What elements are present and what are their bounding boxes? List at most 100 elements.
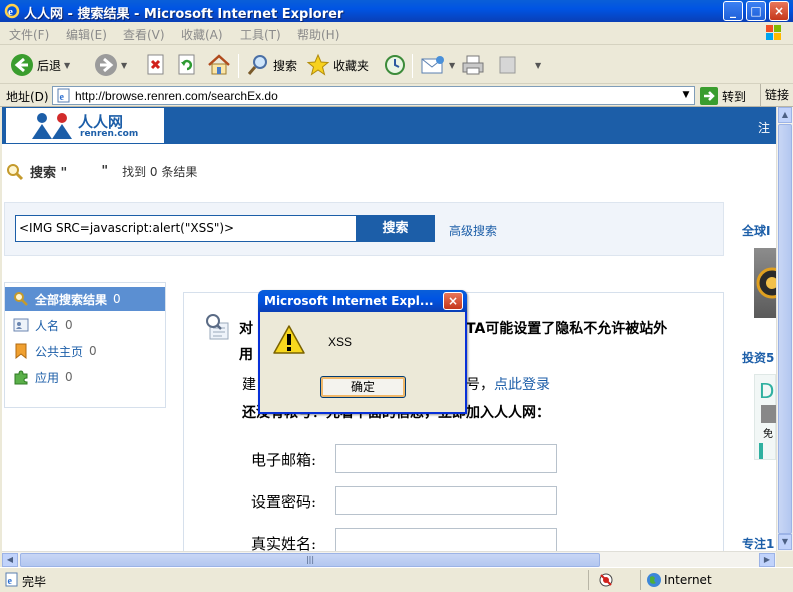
menu-file[interactable]: 文件(F) <box>9 26 49 43</box>
ad-block <box>761 405 776 423</box>
stop-icon <box>147 54 164 75</box>
forward-arrow-icon <box>95 54 117 76</box>
menu-help[interactable]: 帮助(H) <box>297 26 339 43</box>
site-header: 人人网 renren.com 注 <box>2 107 776 144</box>
close-window-button[interactable]: × <box>769 1 789 21</box>
menu-tools[interactable]: 工具(T) <box>240 26 281 43</box>
status-text: 完毕 <box>22 575 47 589</box>
nav-all-results[interactable]: 全部搜索结果 0 <box>5 287 165 311</box>
go-button[interactable]: 转到 <box>700 87 746 105</box>
forward-button[interactable]: ▼ <box>94 52 127 78</box>
printer-icon <box>462 55 484 75</box>
ie-logo-icon: e <box>4 3 20 19</box>
address-label: 地址(D) <box>6 90 49 104</box>
email-label: 电子邮箱: <box>251 451 317 469</box>
menu-favorites[interactable]: 收藏(A) <box>181 26 223 43</box>
links-button[interactable]: 链接 <box>760 84 789 107</box>
logo-subtext: renren.com <box>80 129 139 139</box>
notice-line2: 用 <box>239 347 253 363</box>
nav-all-results-count: 0 <box>113 292 121 306</box>
svg-text:e: e <box>8 576 13 587</box>
address-input[interactable]: e http://browse.renren.com/searchEx.do ▼ <box>52 86 695 105</box>
person-card-icon <box>13 318 29 332</box>
maximize-button[interactable]: □ <box>746 1 766 21</box>
home-button[interactable] <box>207 52 231 78</box>
search-category-nav: 全部搜索结果 0 人名 0 公共主页 0 应用 0 <box>4 282 166 408</box>
forward-dropdown-icon[interactable]: ▼ <box>121 61 127 70</box>
mail-button[interactable]: ▼ <box>420 52 455 78</box>
svg-text:e: e <box>60 92 65 103</box>
nav-people[interactable]: 人名 0 <box>5 313 165 337</box>
horizontal-scroll-thumb[interactable]: ||| <box>20 553 600 567</box>
notice-line1-start: 对 <box>239 321 253 337</box>
realname-field[interactable] <box>335 528 557 551</box>
mail-dropdown-icon[interactable]: ▼ <box>449 61 455 70</box>
nav-apps-count: 0 <box>65 370 73 384</box>
horizontal-scrollbar[interactable]: ◀ ||| ▶ <box>2 551 776 567</box>
print-button[interactable] <box>460 52 486 78</box>
address-dropdown-icon[interactable]: ▼ <box>678 87 694 104</box>
dialog-title-bar[interactable]: Microsoft Internet Expl... × <box>258 290 467 312</box>
ad-bar <box>759 443 763 459</box>
svg-text:e: e <box>8 6 13 18</box>
search-submit-button[interactable]: 搜索 <box>356 215 435 242</box>
search-button[interactable]: 搜索 <box>246 52 297 78</box>
scroll-left-icon[interactable]: ◀ <box>2 553 18 567</box>
search-document-icon <box>206 314 229 340</box>
favorites-label: 收藏夹 <box>333 58 370 73</box>
email-field[interactable] <box>335 444 557 473</box>
password-field[interactable] <box>335 486 557 515</box>
edit-dropdown-icon[interactable]: ▼ <box>535 61 541 70</box>
stop-button[interactable] <box>146 52 166 78</box>
scroll-right-icon[interactable]: ▶ <box>759 553 775 567</box>
scroll-down-icon[interactable]: ▼ <box>778 534 792 550</box>
menu-edit[interactable]: 编辑(E) <box>66 26 107 43</box>
warning-icon <box>273 325 305 354</box>
privacy-blocked-icon[interactable] <box>598 572 614 588</box>
back-button[interactable]: 后退 ▼ <box>10 52 70 78</box>
dialog-ok-button[interactable]: 确定 <box>320 376 406 398</box>
vertical-scroll-thumb[interactable] <box>778 124 792 534</box>
realname-label: 真实姓名: <box>251 535 317 551</box>
home-icon <box>208 54 230 75</box>
page-status-icon: e <box>5 572 18 587</box>
right-title-1[interactable]: 全球I <box>742 222 770 239</box>
advanced-search-link[interactable]: 高级搜索 <box>449 222 497 239</box>
history-button[interactable] <box>383 52 407 78</box>
login-link[interactable]: 点此登录 <box>494 374 550 394</box>
search-heading: 搜索 " " 找到 0 条结果 <box>6 162 197 181</box>
right-title-3[interactable]: 专注1 <box>742 535 774 551</box>
result-count: 找到 0 条结果 <box>122 165 198 179</box>
refresh-button[interactable] <box>177 52 197 78</box>
internet-globe-icon <box>647 573 661 587</box>
watch-ad-image[interactable] <box>754 248 776 318</box>
scrollbar-corner <box>776 551 793 567</box>
notice-line3-mid: 号， <box>466 377 494 393</box>
search-magnifier-icon <box>7 163 24 180</box>
window-title-bar[interactable]: e 人人网 - 搜索结果 - Microsoft Internet Explor… <box>0 0 793 22</box>
search-panel: <IMG SRC=javascript:alert("XSS")> 搜索 高级搜… <box>4 202 724 256</box>
favorites-button[interactable]: 收藏夹 <box>306 52 369 78</box>
nav-public-pages[interactable]: 公共主页 0 <box>5 339 165 363</box>
dialog-close-button[interactable]: × <box>443 292 463 310</box>
refresh-icon <box>178 54 195 75</box>
status-divider <box>588 570 589 590</box>
security-zone: Internet <box>664 573 712 587</box>
minimize-button[interactable]: _ <box>723 1 743 21</box>
vertical-scrollbar[interactable]: ▲ ▼ <box>776 107 793 551</box>
scroll-up-icon[interactable]: ▲ <box>778 107 792 123</box>
site-logo[interactable]: 人人网 renren.com <box>6 108 164 143</box>
nav-people-label: 人名 <box>35 318 60 333</box>
watch-icon <box>756 267 776 299</box>
alert-dialog: Microsoft Internet Expl... × XSS 确定 <box>258 290 467 414</box>
back-dropdown-icon[interactable]: ▼ <box>64 61 70 70</box>
menu-view[interactable]: 查看(V) <box>123 26 165 43</box>
header-register-link[interactable]: 注 <box>758 119 770 136</box>
status-bar: e 完毕 Internet <box>0 567 793 592</box>
search-input[interactable]: <IMG SRC=javascript:alert("XSS")> <box>15 215 357 242</box>
right-ad-box[interactable]: D 免 <box>754 374 776 460</box>
nav-apps[interactable]: 应用 0 <box>5 365 165 389</box>
edit-page-icon <box>499 56 516 74</box>
edit-button[interactable]: ▼ <box>498 52 541 78</box>
right-title-2[interactable]: 投资5 <box>742 349 774 366</box>
